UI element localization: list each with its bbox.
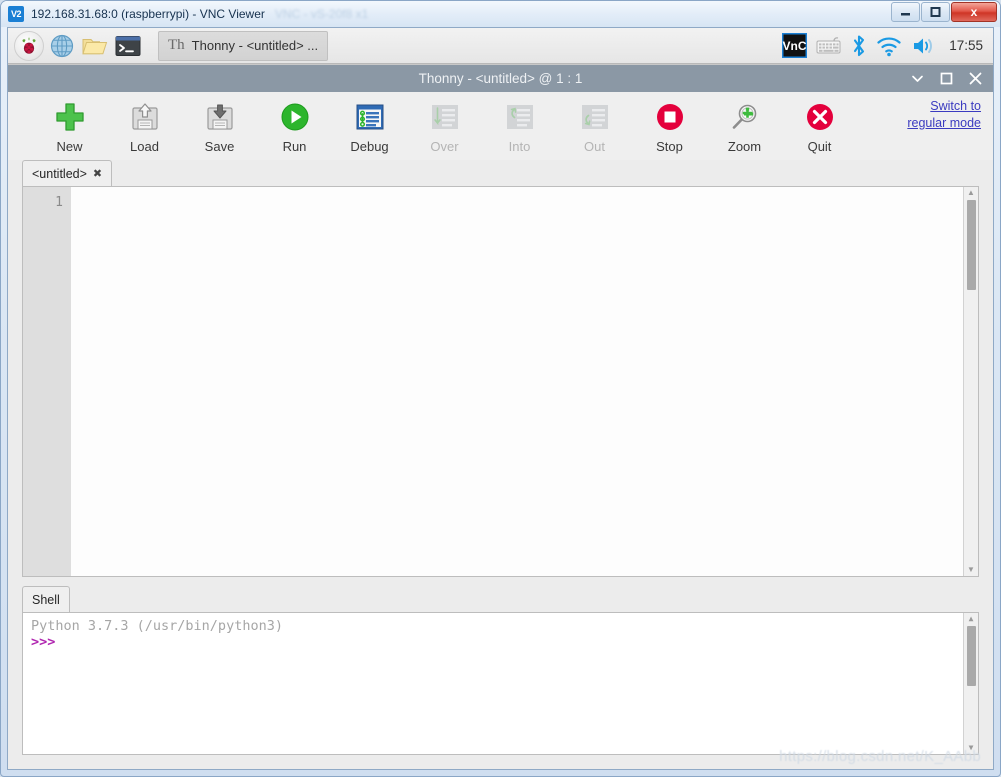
- vnc-close-button[interactable]: x: [951, 2, 997, 22]
- stop-icon: [653, 100, 687, 134]
- vnc-window-controls: x: [890, 2, 997, 22]
- toolbar-button-stop[interactable]: Stop: [632, 100, 707, 154]
- thonny-window-controls: [910, 65, 983, 92]
- toolbar-label-out: Out: [584, 139, 605, 154]
- toolbar-button-over[interactable]: Over: [407, 100, 482, 154]
- file-manager-launcher[interactable]: [80, 31, 110, 61]
- thonny-toolbar: New Load Save Run Debug Over Into Out St…: [8, 92, 993, 160]
- save-icon: [203, 100, 237, 134]
- new-icon: [53, 100, 87, 134]
- globe-icon: [50, 34, 74, 57]
- editor-vertical-scrollbar[interactable]: ▲ ▼: [963, 187, 978, 576]
- web-browser-launcher[interactable]: [47, 31, 77, 61]
- switch-to-regular-mode-link[interactable]: Switch to regular mode: [895, 98, 981, 132]
- toolbar-label-stop: Stop: [656, 139, 683, 154]
- toolbar-label-quit: Quit: [807, 139, 832, 154]
- load-icon: [128, 100, 162, 134]
- vnc-window-title: 192.168.31.68:0 (raspberrypi) - VNC View…: [31, 7, 265, 21]
- debug-icon: [353, 100, 387, 134]
- vnc-title-ghost-text: VNC - vS-20f8 x1: [274, 7, 369, 21]
- shell-area: Shell Python 3.7.3 (/usr/bin/python3) >>…: [8, 577, 993, 769]
- toolbar-button-quit[interactable]: Quit: [782, 100, 857, 154]
- editor-pane[interactable]: 1 ▲ ▼: [22, 186, 979, 577]
- scroll-up-arrow[interactable]: ▲: [967, 187, 975, 199]
- shell-pane[interactable]: Python 3.7.3 (/usr/bin/python3) >>> ▲ ▼: [22, 612, 979, 755]
- editor-tab-strip: <untitled> ✖: [22, 160, 979, 186]
- taskbar-task-thonny[interactable]: Th Thonny - <untitled> ...: [158, 30, 329, 61]
- thonny-window: Thonny - <untitled> @ 1 : 1 New Load Sav…: [8, 64, 993, 769]
- editor-code-surface[interactable]: [71, 187, 978, 576]
- step-into-icon: [503, 100, 537, 134]
- toolbar-label-zoom: Zoom: [727, 139, 762, 154]
- taskbar-clock[interactable]: 17:55: [949, 38, 983, 53]
- toolbar-label-run: Run: [282, 139, 307, 154]
- editor-tab-untitled[interactable]: <untitled> ✖: [22, 160, 113, 186]
- thonny-minimize-button[interactable]: [910, 71, 925, 86]
- thonny-app-icon: Th: [168, 37, 185, 53]
- run-icon: [278, 100, 312, 134]
- zoom-icon: [728, 100, 762, 134]
- toolbar-button-save[interactable]: Save: [182, 100, 257, 154]
- shell-tab[interactable]: Shell: [22, 586, 70, 612]
- raspberry-pi-menu-button[interactable]: [14, 30, 44, 61]
- thonny-title-bar: Thonny - <untitled> @ 1 : 1: [8, 65, 993, 92]
- shell-prompt-line[interactable]: >>>: [31, 634, 970, 650]
- shell-prompt: >>>: [31, 634, 56, 650]
- taskbar-task-label: Thonny - <untitled> ...: [191, 38, 319, 53]
- raspberry-pi-icon: [22, 36, 36, 54]
- quit-icon: [803, 100, 837, 134]
- toolbar-label-into: Into: [508, 139, 531, 154]
- thonny-maximize-button[interactable]: [939, 71, 954, 86]
- step-out-icon: [578, 100, 612, 134]
- step-over-icon: [428, 100, 462, 134]
- editor-tab-label: <untitled>: [32, 166, 87, 181]
- toolbar-label-new: New: [56, 139, 83, 154]
- wifi-tray-icon[interactable]: [876, 34, 902, 58]
- system-tray: VnC 17:55: [781, 33, 987, 59]
- line-number: 1: [55, 195, 63, 210]
- scroll-down-arrow[interactable]: ▼: [967, 564, 975, 576]
- terminal-icon: [115, 35, 141, 56]
- toolbar-button-zoom[interactable]: Zoom: [707, 100, 782, 154]
- vnc-session-surface: Th Thonny - <untitled> ... VnC 17:55 Tho…: [7, 27, 994, 770]
- toolbar-button-into[interactable]: Into: [482, 100, 557, 154]
- toolbar-button-new[interactable]: New: [32, 100, 107, 154]
- thonny-close-button[interactable]: [968, 71, 983, 86]
- vnc-viewer-window: V2 192.168.31.68:0 (raspberrypi) - VNC V…: [0, 0, 1001, 777]
- pi-taskbar: Th Thonny - <untitled> ... VnC 17:55: [8, 28, 993, 64]
- scroll-down-arrow[interactable]: ▼: [969, 742, 974, 754]
- scrollbar-thumb[interactable]: [966, 200, 976, 290]
- vnc-logo-icon: V2: [8, 6, 24, 22]
- keyboard-tray-icon[interactable]: [816, 35, 842, 57]
- svg-text:VnC: VnC: [782, 39, 806, 53]
- shell-banner-text: Python 3.7.3 (/usr/bin/python3): [31, 618, 283, 634]
- editor-area: <untitled> ✖ 1 ▲ ▼: [8, 160, 993, 577]
- raspberry-pi-desktop: Th Thonny - <untitled> ... VnC 17:55 Tho…: [8, 28, 993, 769]
- vnc-minimize-button[interactable]: [891, 2, 920, 22]
- scroll-up-arrow[interactable]: ▲: [969, 613, 974, 625]
- close-icon[interactable]: ✖: [93, 167, 102, 180]
- toolbar-label-over: Over: [430, 139, 459, 154]
- toolbar-label-debug: Debug: [350, 139, 389, 154]
- vnc-title-bar: V2 192.168.31.68:0 (raspberrypi) - VNC V…: [1, 1, 1000, 27]
- toolbar-button-debug[interactable]: Debug: [332, 100, 407, 154]
- vnc-server-tray-icon[interactable]: VnC: [781, 33, 807, 59]
- toolbar-button-run[interactable]: Run: [257, 100, 332, 154]
- toolbar-label-save: Save: [204, 139, 235, 154]
- toolbar-label-load: Load: [130, 139, 159, 154]
- terminal-launcher[interactable]: [113, 31, 143, 61]
- thonny-window-title: Thonny - <untitled> @ 1 : 1: [418, 71, 583, 86]
- scrollbar-thumb[interactable]: [966, 626, 976, 686]
- toolbar-button-load[interactable]: Load: [107, 100, 182, 154]
- bluetooth-tray-icon[interactable]: [851, 34, 867, 58]
- shell-tab-label: Shell: [32, 592, 60, 607]
- volume-tray-icon[interactable]: [911, 34, 937, 58]
- folder-icon: [82, 38, 108, 54]
- editor-gutter: 1: [23, 187, 71, 576]
- toolbar-button-out[interactable]: Out: [557, 100, 632, 154]
- vnc-maximize-button[interactable]: [921, 2, 950, 22]
- shell-tab-strip: Shell: [22, 586, 979, 612]
- shell-vertical-scrollbar[interactable]: ▲ ▼: [963, 613, 978, 754]
